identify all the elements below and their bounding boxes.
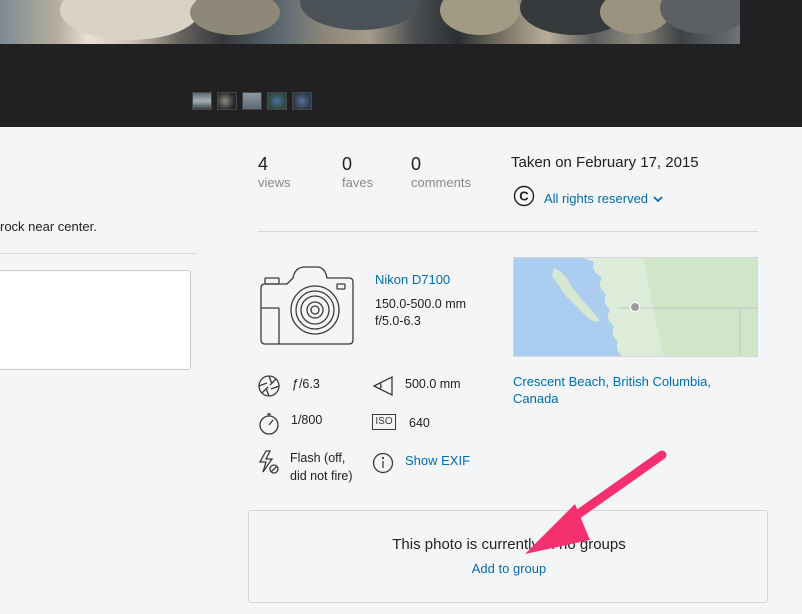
flash-row: Flash (off, did not fire)	[257, 449, 353, 485]
views-label: views	[258, 175, 291, 190]
groups-message: This photo is currently in no groups	[392, 536, 626, 553]
focal-length-icon	[372, 374, 396, 398]
lens-aperture: f/5.0-6.3	[375, 314, 421, 328]
comments-label: comments	[411, 175, 471, 190]
license-label: All rights reserved	[544, 191, 649, 206]
lens-info: 150.0-500.0 mm f/5.0-6.3	[375, 296, 466, 330]
license-info: C All rights reserved	[513, 185, 663, 212]
thumbnail[interactable]	[267, 92, 287, 110]
thumbnail[interactable]	[217, 92, 237, 110]
faves-label: faves	[342, 175, 374, 190]
camera-icon[interactable]	[257, 266, 355, 351]
iso-icon: ISO	[372, 414, 396, 430]
groups-panel: This photo is currently in no groups Add…	[248, 510, 768, 603]
thumbnail[interactable]	[292, 92, 312, 110]
comments-count: 0	[411, 154, 422, 174]
flash-line: did not fire)	[290, 469, 353, 483]
iso-row: ISO 640	[372, 414, 430, 432]
comment-input[interactable]	[0, 270, 191, 370]
photostream-thumbnails	[192, 92, 312, 110]
location-map[interactable]	[513, 257, 758, 357]
lens-focal: 150.0-500.0 mm	[375, 297, 467, 311]
show-exif-row[interactable]: Show EXIF	[372, 452, 470, 476]
focal-length-row: 500.0 mm	[372, 374, 461, 398]
focal-length-value: 500.0 mm	[405, 377, 461, 391]
photo-image[interactable]	[0, 0, 740, 44]
photo-viewer	[0, 0, 802, 127]
date-taken[interactable]: Taken on February 17, 2015	[511, 154, 699, 171]
aperture-row: ƒ/6.3	[257, 374, 320, 398]
camera-model-link[interactable]: Nikon D7100	[375, 272, 450, 287]
views-count: 4	[258, 154, 269, 174]
divider	[258, 231, 758, 232]
stopwatch-icon	[257, 411, 281, 435]
svg-text:C: C	[519, 189, 529, 204]
license-dropdown[interactable]: All rights reserved	[544, 191, 663, 206]
info-icon	[372, 452, 396, 476]
add-to-group-link[interactable]: Add to group	[249, 561, 769, 576]
shutter-speed-value: 1/800	[291, 413, 323, 427]
location-link[interactable]: Crescent Beach, British Columbia, Canada	[513, 373, 743, 407]
divider	[0, 253, 197, 254]
flash-value: Flash (off, did not fire)	[290, 449, 353, 485]
thumbnail[interactable]	[192, 92, 212, 110]
flash-line: Flash (off,	[290, 451, 346, 465]
aperture-value: ƒ/6.3	[292, 377, 320, 391]
thumbnail[interactable]	[242, 92, 262, 110]
iso-value: 640	[409, 416, 430, 430]
faves-count: 0	[342, 154, 353, 174]
chevron-down-icon	[653, 191, 663, 206]
comments-stat[interactable]: 0 comments	[411, 154, 471, 190]
shutter-row: 1/800	[257, 411, 322, 435]
aperture-icon	[257, 374, 281, 398]
views-stat: 4 views	[258, 154, 291, 190]
photo-description: rock near center.	[0, 219, 97, 234]
copyright-icon: C	[513, 185, 535, 212]
faves-stat[interactable]: 0 faves	[342, 154, 373, 190]
show-exif-link[interactable]: Show EXIF	[405, 452, 470, 470]
flash-off-icon	[257, 449, 281, 474]
